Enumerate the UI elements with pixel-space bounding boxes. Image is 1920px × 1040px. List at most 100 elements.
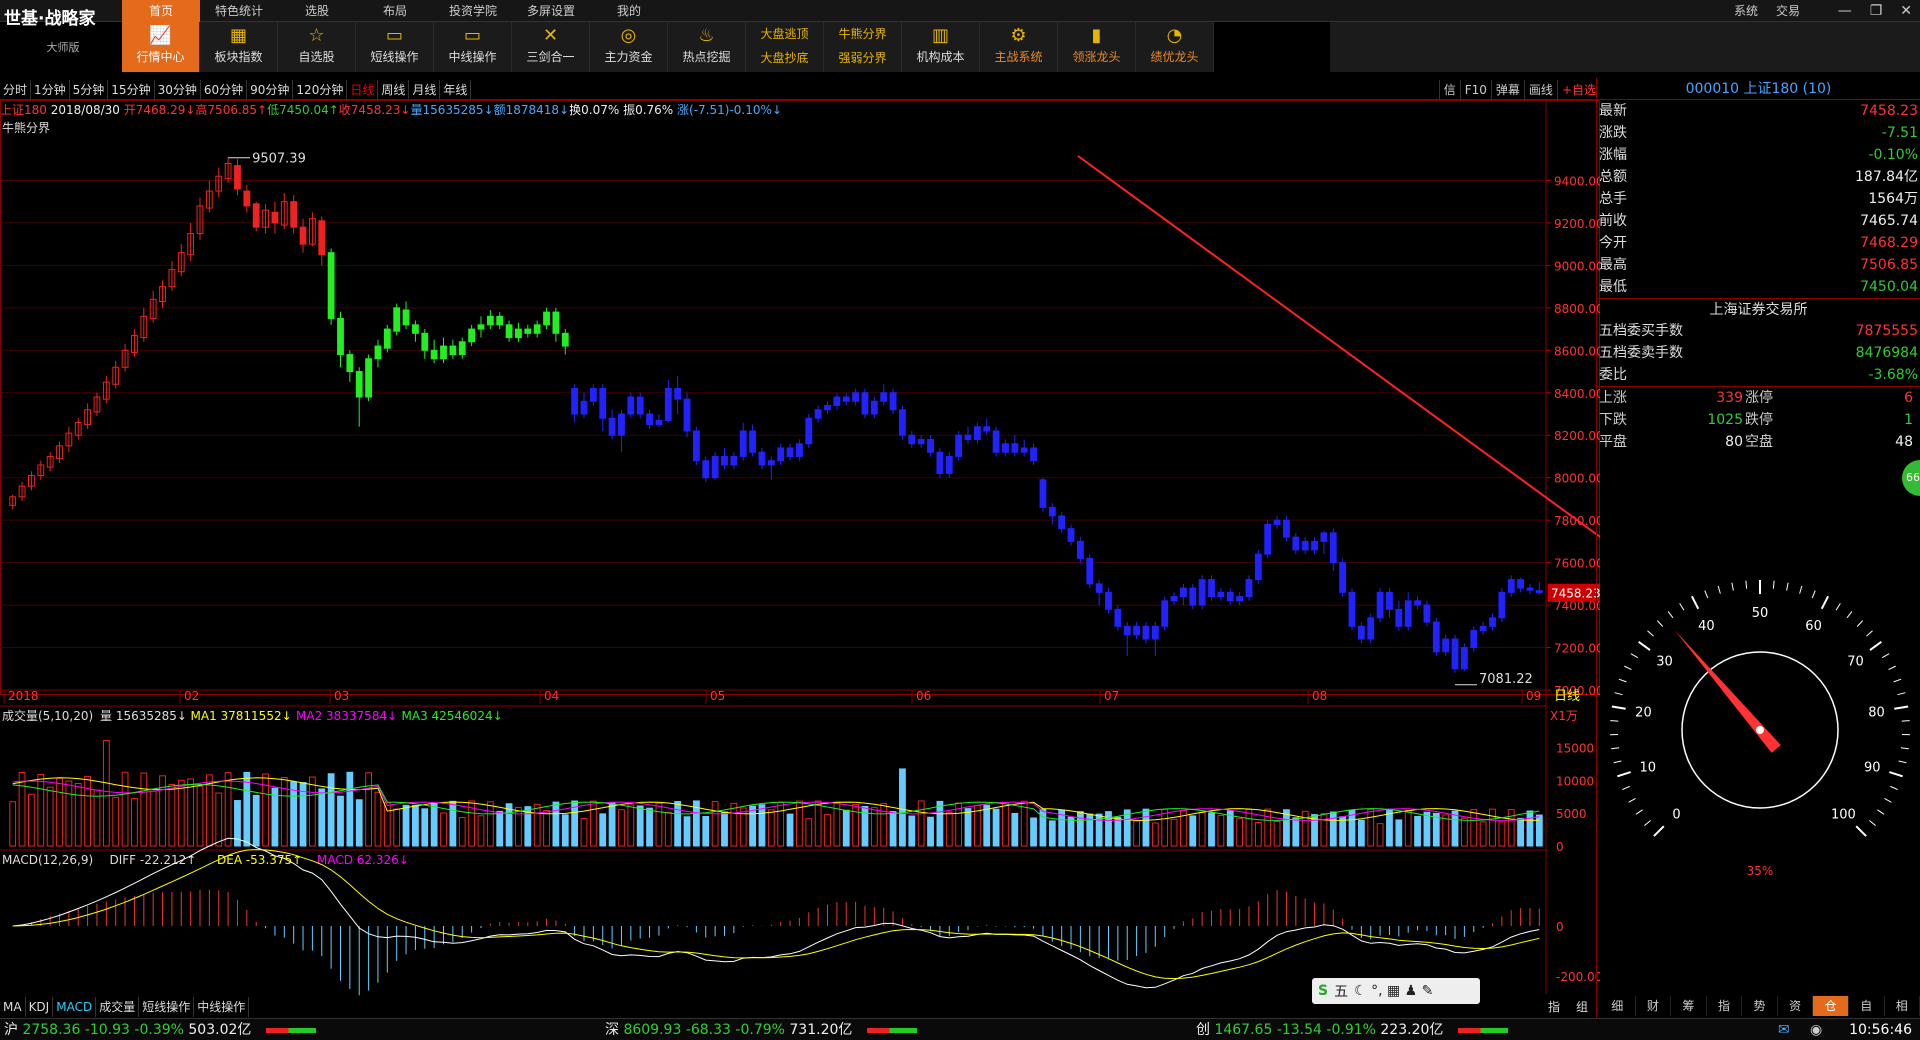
date-label: 04 — [544, 689, 559, 703]
candle-body — [252, 203, 260, 228]
ime-icons[interactable]: ☾ °, ▦ ♟ ✎ — [1354, 983, 1433, 999]
candle-body — [486, 315, 494, 326]
candle-body — [1535, 590, 1543, 594]
gauge-tick — [1890, 785, 1898, 791]
index-cy[interactable]: 创 1467.65 -13.54 -0.91% 223.20亿 — [1196, 1019, 1508, 1040]
candle-body — [1058, 515, 1066, 530]
candle-body — [1048, 506, 1056, 517]
indicator-tab[interactable]: 短线操作 — [139, 997, 195, 1017]
volume-bar — [1076, 811, 1084, 847]
candle-body — [646, 413, 653, 426]
gauge-tick — [1624, 665, 1632, 670]
volume-bar — [589, 800, 597, 847]
volume-bar — [1451, 810, 1459, 847]
index-sz[interactable]: 深 8609.93 -68.33 -0.79% 731.20亿 — [605, 1019, 917, 1040]
ime-mode[interactable]: 五 — [1334, 981, 1348, 1001]
index-sh[interactable]: 沪 2758.36 -10.93 -0.39% 503.02亿 — [4, 1019, 316, 1040]
volume-bar — [84, 775, 92, 847]
price-tick: 7600.00 — [1554, 557, 1600, 571]
volume-bar — [1030, 817, 1037, 847]
panel-tab[interactable]: 仓 — [1813, 996, 1849, 1016]
candle-body — [1161, 600, 1169, 627]
volume-bar — [318, 788, 326, 847]
volume-bar — [889, 811, 897, 847]
indicator-tab[interactable]: MACD — [53, 997, 97, 1017]
chart-button[interactable]: 指 — [1540, 997, 1568, 1017]
close-icon[interactable]: ✕ — [1900, 0, 1912, 22]
gauge-tick — [1855, 825, 1867, 837]
gauge-tick — [1656, 620, 1664, 627]
candle-body — [711, 455, 719, 479]
vol-unit: X1万 — [1550, 709, 1578, 723]
quote-row: 涨幅 -0.10% — [1597, 144, 1920, 166]
volume-bar — [1395, 819, 1403, 847]
candle-body — [243, 190, 251, 207]
stat-label: 涨停 — [1745, 390, 1773, 406]
volume-bar — [1526, 810, 1534, 847]
candle-body — [1095, 583, 1103, 593]
volume-bar — [758, 804, 766, 847]
volume-bar — [721, 811, 728, 847]
candle-body — [664, 388, 672, 421]
gauge-tick — [1731, 582, 1734, 591]
panel-tab[interactable]: 相 — [1885, 996, 1920, 1016]
date-label: 06 — [916, 689, 931, 703]
chart-button[interactable]: 组 — [1568, 997, 1596, 1017]
volume-bar — [674, 800, 682, 847]
price-tick: 7200.00 — [1554, 642, 1600, 656]
candle-body — [1451, 638, 1459, 670]
volume-bar — [252, 794, 260, 847]
kline-chart[interactable]: 9400.00 9200.00 9000.00 8800.00 8600.00 8400.… — [0, 0, 1600, 1000]
volume-bar — [599, 813, 607, 847]
last-price-label: 7458.23 — [1551, 587, 1600, 601]
right-menu-item[interactable]: 交易 — [1776, 0, 1800, 22]
volume-bar — [412, 804, 419, 847]
gauge-tick — [1799, 585, 1803, 594]
volume-bar — [1292, 817, 1300, 847]
panel-tab[interactable]: 指 — [1707, 996, 1743, 1016]
panel-tab[interactable]: 自 — [1849, 996, 1885, 1016]
gauge-tick — [1835, 603, 1841, 611]
candle-body — [1208, 579, 1215, 598]
volume-bar — [627, 804, 635, 847]
right-menu-item[interactable]: 系统 — [1734, 0, 1758, 22]
order-row: 委比 -3.68% — [1597, 364, 1920, 386]
volume-bar — [243, 771, 251, 847]
gauge-tick — [1893, 678, 1902, 683]
minimize-icon[interactable]: — — [1838, 0, 1852, 22]
candle-body — [1170, 596, 1178, 602]
gauge-tick — [1653, 825, 1665, 837]
volume-bar — [533, 803, 541, 847]
gauge-tick — [1881, 653, 1890, 659]
volume-bar — [992, 808, 1000, 847]
panel-tab[interactable]: 财 — [1636, 996, 1672, 1016]
panel-tab[interactable]: 筹 — [1671, 996, 1707, 1016]
gauge-needle — [1674, 629, 1781, 753]
gauge-tick — [1894, 705, 1909, 710]
ime-toolbar[interactable]: S 五 ☾ °, ▦ ♟ ✎ — [1312, 978, 1480, 1004]
indicator-tab[interactable]: MA — [0, 997, 26, 1017]
date-label: 03 — [334, 689, 349, 703]
volume-bar — [852, 803, 860, 847]
volume-bar — [1320, 813, 1328, 847]
gauge-tick — [1628, 797, 1636, 803]
volume-bar — [824, 814, 831, 847]
indicator-tab[interactable]: 成交量 — [96, 997, 140, 1017]
volume-bar — [1470, 809, 1478, 847]
app-window: 首页 特色统计 选股 布局 投资学院 多屏设置 我的 系统 交易 — ❐ ✕ 世基·战略家 大… — [0, 0, 1920, 1040]
candle-body — [927, 438, 934, 453]
volume-bar — [1535, 814, 1543, 847]
candle-body — [1526, 587, 1534, 591]
quote-row: 总手 1564万 — [1597, 188, 1920, 210]
candle-body — [1180, 587, 1187, 598]
notification-icon[interactable]: ✉ — [1778, 1019, 1790, 1040]
candle-body — [1198, 579, 1206, 606]
panel-tab[interactable]: 细 — [1600, 996, 1636, 1016]
indicator-tab[interactable]: KDJ — [26, 997, 54, 1017]
indicator-tab[interactable]: 中线操作 — [194, 997, 250, 1017]
panel-tab[interactable]: 资 — [1778, 996, 1814, 1016]
price-tick: 9400.00 — [1554, 174, 1600, 188]
panel-tab[interactable]: 势 — [1742, 996, 1778, 1016]
restore-icon[interactable]: ❐ — [1870, 0, 1883, 22]
candle-body — [1339, 562, 1347, 593]
